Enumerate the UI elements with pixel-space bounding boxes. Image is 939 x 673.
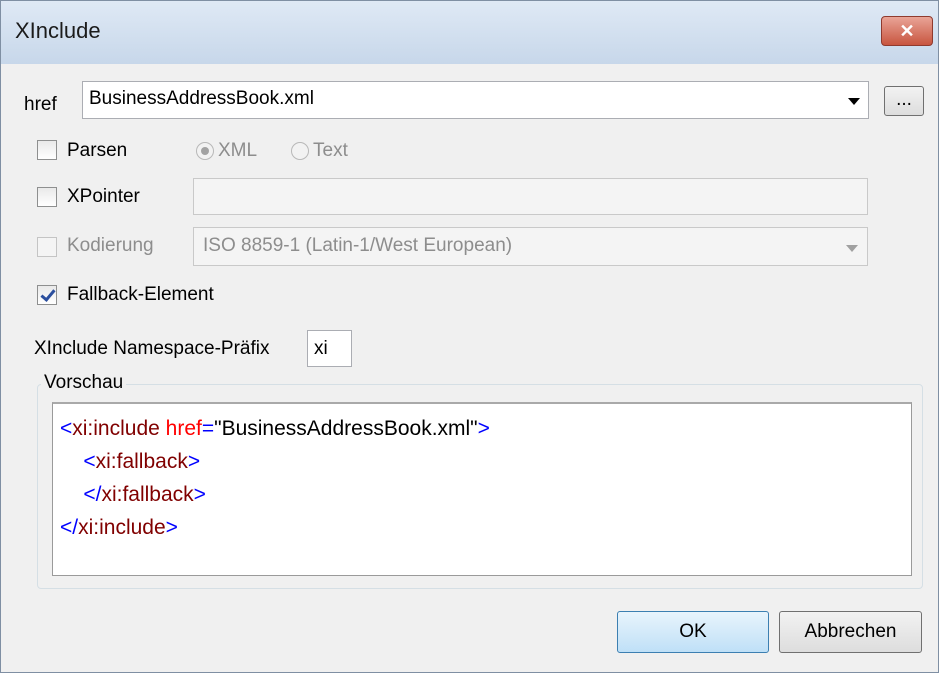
- kodierung-value: ISO 8859-1 (Latin-1/West European): [203, 235, 513, 256]
- radio-xml-label: XML: [218, 140, 258, 161]
- code-attribute: href: [165, 417, 202, 440]
- code-line-4: </xi:include>: [60, 516, 178, 539]
- chevron-down-icon[interactable]: [848, 98, 860, 105]
- preview-code: <xi:include href="BusinessAddressBook.xm…: [60, 412, 490, 544]
- preview-group-label: Vorschau: [41, 372, 127, 394]
- browse-button[interactable]: ...: [884, 86, 924, 116]
- radio-xml[interactable]: [196, 142, 214, 160]
- kodierung-checkbox[interactable]: [37, 237, 57, 257]
- code-bracket: >: [165, 516, 178, 539]
- radio-text[interactable]: [291, 142, 309, 160]
- kodierung-combobox[interactable]: ISO 8859-1 (Latin-1/West European): [193, 227, 868, 266]
- xpointer-checkbox[interactable]: [37, 187, 57, 207]
- namespace-input[interactable]: xi: [307, 330, 352, 367]
- namespace-value: xi: [314, 338, 328, 359]
- dialog-title: XInclude: [15, 18, 101, 43]
- code-bracket: >: [187, 450, 201, 473]
- chevron-down-icon[interactable]: [846, 245, 858, 252]
- code-line-2: <xi:fallback>: [60, 450, 200, 473]
- namespace-label: XInclude Namespace-Präfix: [34, 338, 270, 359]
- href-label: href: [24, 94, 57, 115]
- ok-button[interactable]: OK: [617, 611, 769, 653]
- parsen-label: Parsen: [67, 140, 128, 161]
- preview-text-area[interactable]: <xi:include href="BusinessAddressBook.xm…: [52, 402, 912, 576]
- xpointer-label: XPointer: [67, 186, 140, 207]
- code-bracket: >: [193, 483, 206, 506]
- parsen-checkbox[interactable]: [37, 140, 57, 160]
- xinclude-dialog: XInclude ✕ href BusinessAddressBook.xml …: [0, 0, 939, 673]
- href-combobox[interactable]: BusinessAddressBook.xml: [82, 81, 869, 119]
- code-bracket: >: [477, 417, 490, 440]
- href-value: BusinessAddressBook.xml: [89, 88, 314, 109]
- fallback-label: Fallback-Element: [67, 284, 214, 305]
- code-tag-name: xi:fallback: [95, 450, 188, 473]
- dialog-body: href BusinessAddressBook.xml ... Parsen …: [8, 64, 931, 669]
- code-bracket: </: [60, 516, 79, 539]
- code-tag-name: xi:include: [72, 417, 160, 440]
- fallback-checkbox[interactable]: [37, 285, 57, 305]
- code-bracket: <: [83, 450, 96, 473]
- code-tag-name: xi:fallback: [101, 483, 194, 506]
- code-bracket: </: [83, 483, 102, 506]
- code-attribute-value: "BusinessAddressBook.xml": [214, 417, 478, 440]
- code-equals: =: [201, 417, 215, 440]
- cancel-button[interactable]: Abbrechen: [779, 611, 922, 653]
- code-line-1: <xi:include href="BusinessAddressBook.xm…: [60, 417, 490, 440]
- code-line-3: </xi:fallback>: [60, 483, 206, 506]
- title-bar[interactable]: XInclude ✕: [1, 1, 938, 64]
- xpointer-input[interactable]: [193, 178, 868, 215]
- code-bracket: <: [60, 417, 73, 440]
- kodierung-label: Kodierung: [67, 235, 154, 256]
- close-button[interactable]: ✕: [881, 16, 933, 46]
- radio-text-label: Text: [313, 140, 348, 161]
- close-icon[interactable]: ✕: [899, 21, 914, 41]
- code-tag-name: xi:include: [78, 516, 166, 539]
